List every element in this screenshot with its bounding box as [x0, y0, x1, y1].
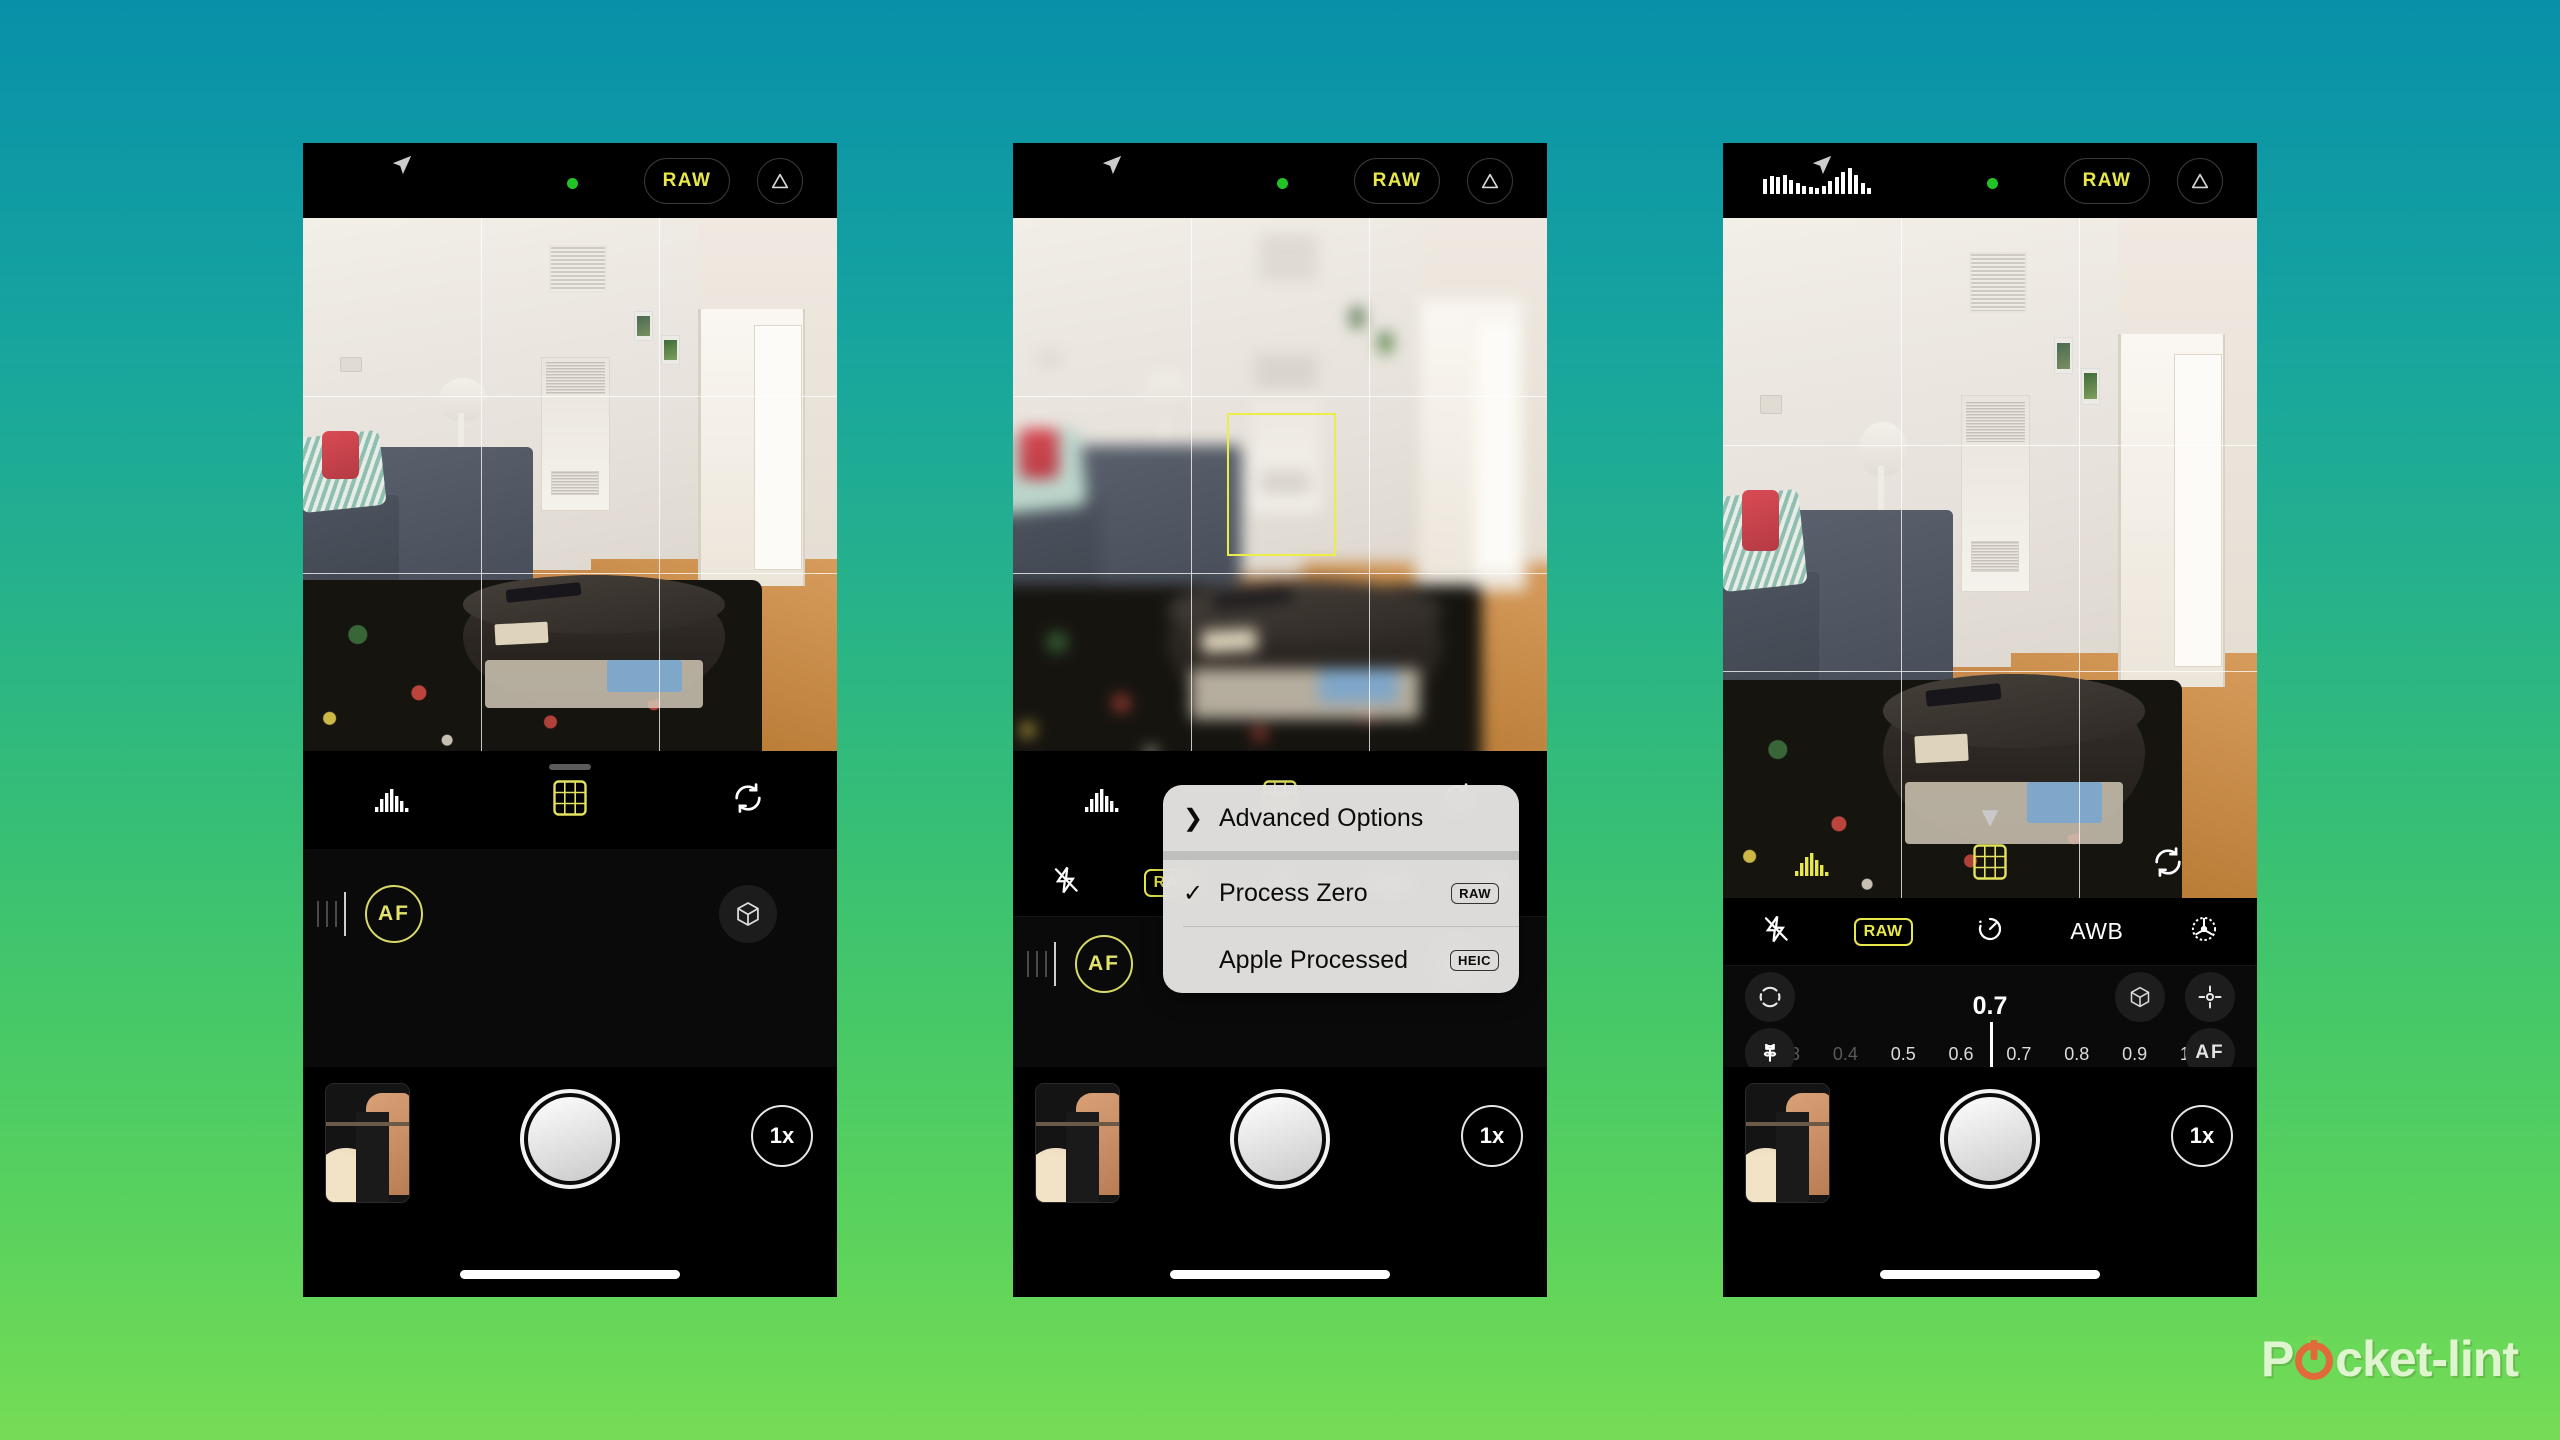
raw-format-badge[interactable]: RAW: [2064, 157, 2150, 204]
grid-icon: [553, 779, 587, 821]
shutter-row-3: 1x: [1723, 1067, 2257, 1297]
white-balance-button[interactable]: AWB: [2043, 918, 2150, 945]
grid-toggle[interactable]: [1901, 843, 2079, 885]
flash-off-icon: [1051, 865, 1081, 900]
status-bar: RAW: [1723, 143, 2257, 218]
camera-viewfinder-2[interactable]: [1013, 218, 1547, 751]
triangle-level-icon[interactable]: [1467, 157, 1513, 204]
camera-viewfinder-3[interactable]: ▾: [1723, 218, 2257, 898]
slider-label: 0.5: [1890, 1044, 1916, 1064]
zoom-level-button[interactable]: 1x: [2171, 1105, 2233, 1167]
triangle-level-icon[interactable]: [757, 157, 803, 204]
grid-toggle[interactable]: [481, 779, 659, 821]
shutter-row-1: 1x: [303, 1067, 837, 1297]
histogram-icon: [1793, 848, 1831, 881]
flash-off-button[interactable]: [1723, 914, 1830, 949]
rotate-camera-icon: [731, 781, 765, 820]
timer-icon: [1975, 914, 2005, 949]
menu-item-label: Process Zero: [1219, 878, 1368, 907]
triangle-level-icon[interactable]: [2177, 157, 2223, 204]
histogram-toggle[interactable]: [1723, 848, 1901, 881]
last-photo-thumbnail[interactable]: [1035, 1083, 1120, 1203]
phone-mockup-3: RAW ▾ RAW AWB 0.7 0.4 0.5 0.6 0.7 0.8 0.…: [1723, 143, 2257, 1297]
watermark-text-after: cket-lint: [2335, 1331, 2519, 1387]
menu-item-label: Advanced Options: [1219, 803, 1424, 832]
focus-rectangle[interactable]: [1226, 412, 1337, 557]
status-bar: RAW: [303, 143, 837, 218]
last-photo-thumbnail[interactable]: [1745, 1083, 1830, 1203]
format-context-menu[interactable]: ❯ Advanced Options ✓ Process Zero RAW Ap…: [1163, 785, 1519, 993]
awb-label: AWB: [2070, 918, 2124, 944]
slider-label: 0.9: [2122, 1044, 2148, 1064]
chevron-right-icon: ❯: [1183, 804, 1204, 832]
phone-mockup-1: RAW AF 1x: [303, 143, 837, 1297]
raw-format-badge[interactable]: RAW: [1354, 157, 1440, 204]
pocketlint-watermark: Pcket-lint: [2260, 1330, 2519, 1388]
flash-off-icon: [1761, 914, 1791, 949]
menu-item-process-zero[interactable]: ✓ Process Zero RAW: [1163, 860, 1519, 926]
heic-tag: HEIC: [1449, 949, 1499, 971]
histogram-toggle[interactable]: [303, 784, 481, 817]
home-indicator: [1880, 1270, 2100, 1279]
rotate-camera-icon: [2151, 845, 2185, 884]
raw-tag: RAW: [1451, 882, 1499, 904]
shutter-row-2: 1x: [1013, 1067, 1547, 1297]
power-icon: [2295, 1342, 2334, 1380]
slider-label: 0.6: [1948, 1044, 1974, 1064]
zoom-level-button[interactable]: 1x: [751, 1105, 813, 1167]
raw-format-badge[interactable]: RAW: [644, 157, 730, 204]
scene-livingroom: [303, 218, 837, 751]
histogram-icon: [373, 784, 411, 817]
shutter-button[interactable]: [1230, 1089, 1330, 1189]
flip-camera[interactable]: [659, 781, 837, 820]
slider-tick-labels: 0.30.40.50.60.70.80.91.0: [1775, 1044, 2205, 1065]
flash-off-button[interactable]: [1013, 865, 1120, 900]
green-dot-indicator: [1987, 178, 1998, 189]
shutter-button[interactable]: [1940, 1089, 2040, 1189]
raw-badge-icon: RAW: [1853, 917, 1913, 946]
last-photo-thumbnail[interactable]: [325, 1083, 410, 1203]
af-button[interactable]: AF: [365, 885, 423, 943]
raw-toggle-button[interactable]: RAW: [1830, 917, 1937, 946]
status-bar: RAW: [1013, 143, 1547, 218]
green-dot-indicator: [1277, 178, 1288, 189]
viewfinder-toolbar-1: [303, 751, 837, 849]
phone-mockup-2: RAW AF 1x ❯ Advanced Options ✓ Process Z…: [1013, 143, 1547, 1297]
green-dot-indicator: [567, 178, 578, 189]
checkmark-icon: ✓: [1183, 879, 1204, 907]
zoom-level-button[interactable]: 1x: [1461, 1105, 1523, 1167]
shutter-button[interactable]: [520, 1089, 620, 1189]
control-strip-3: 0.7 0.30.40.50.60.70.80.91.0 AF: [1723, 966, 2257, 1090]
capture-settings-toolbar-3: RAW AWB: [1723, 898, 2257, 966]
control-strip-1: AF: [303, 849, 837, 1067]
drag-handle[interactable]: [549, 764, 591, 770]
exposure-ticks[interactable]: [1027, 942, 1056, 986]
menu-item-label: Apple Processed: [1219, 945, 1409, 974]
menu-separator: [1163, 851, 1519, 860]
menu-item-apple-processed[interactable]: Apple Processed HEIC: [1163, 927, 1519, 993]
gear-icon: [2188, 913, 2220, 950]
scene-livingroom: [1723, 218, 2257, 898]
chevron-down-icon[interactable]: ▾: [1982, 802, 1997, 832]
flip-camera[interactable]: [2079, 845, 2257, 884]
af-button[interactable]: AF: [1075, 935, 1133, 993]
settings-button[interactable]: [2150, 913, 2257, 950]
home-indicator: [460, 1270, 680, 1279]
slider-label: 0.8: [2064, 1044, 2090, 1064]
slider-label: 0.4: [1832, 1044, 1858, 1064]
home-indicator: [1170, 1270, 1390, 1279]
menu-item-advanced-options[interactable]: ❯ Advanced Options: [1163, 785, 1519, 851]
focus-value-label: 0.7: [1972, 992, 2008, 1020]
slider-label: 0.7: [2006, 1044, 2032, 1064]
watermark-text-before: P: [2260, 1331, 2294, 1387]
exposure-ticks[interactable]: [317, 892, 346, 936]
grid-icon: [1973, 843, 2007, 885]
cube-icon[interactable]: [719, 885, 777, 943]
camera-viewfinder-1[interactable]: [303, 218, 837, 751]
self-timer-button[interactable]: [1937, 914, 2044, 949]
viewfinder-overlay-toolbar: [1723, 840, 2257, 888]
histogram-icon: [1083, 784, 1121, 817]
